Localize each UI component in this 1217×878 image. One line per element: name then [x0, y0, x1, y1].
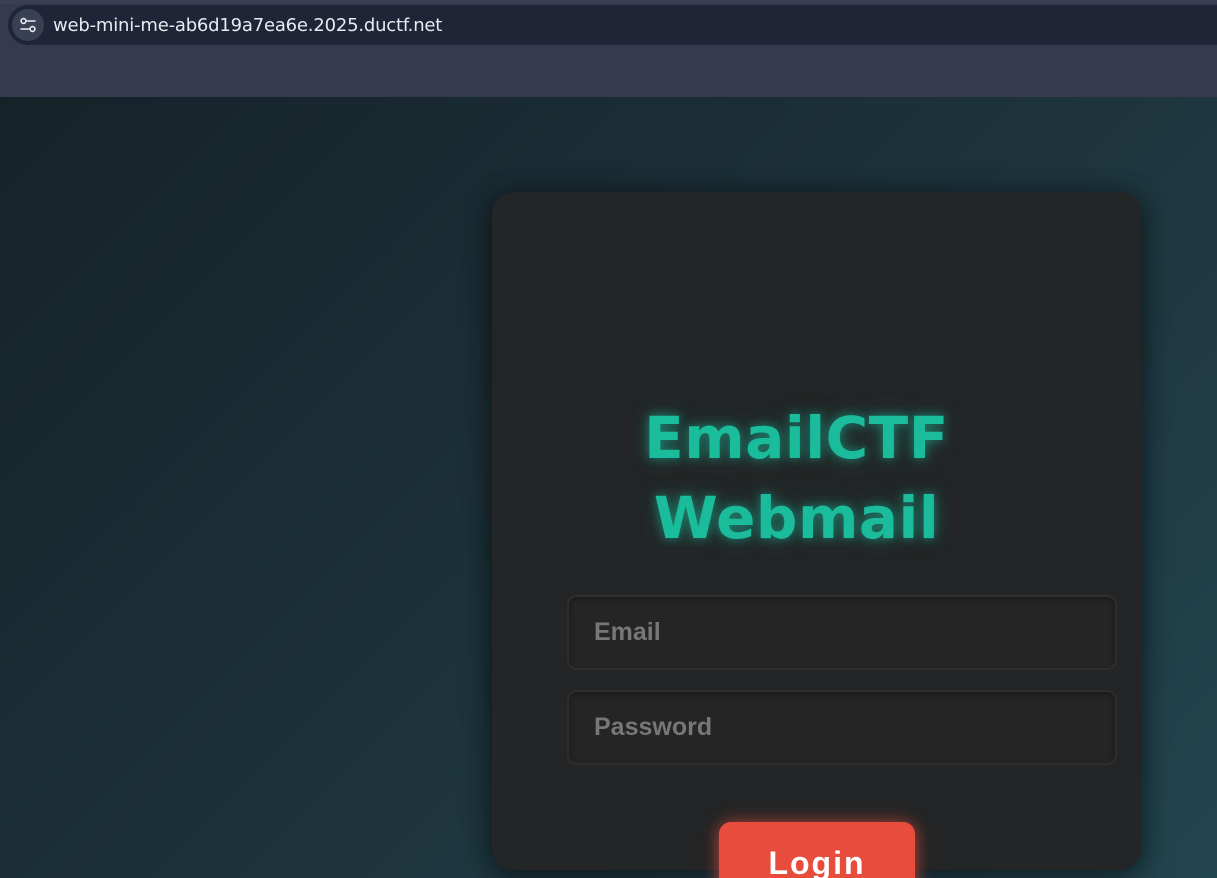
url-text[interactable]: web-mini-me-ab6d19a7ea6e.2025.ductf.net [53, 15, 442, 36]
login-card: EmailCTF Webmail Login [492, 192, 1141, 878]
chrome-top-strip [0, 0, 1217, 4]
page-viewport: EmailCTF Webmail Login [0, 97, 1217, 878]
password-input[interactable] [567, 690, 1117, 765]
brand-title-line-1: EmailCTF [644, 404, 949, 472]
tune-sliders-icon [20, 17, 36, 33]
site-info-icon[interactable] [12, 9, 44, 41]
address-bar[interactable]: web-mini-me-ab6d19a7ea6e.2025.ductf.net [8, 5, 1217, 45]
email-input[interactable] [567, 595, 1117, 670]
brand-title-line-2: Webmail [653, 484, 940, 552]
login-button[interactable]: Login [719, 822, 915, 878]
browser-chrome: web-mini-me-ab6d19a7ea6e.2025.ductf.net [0, 0, 1217, 98]
